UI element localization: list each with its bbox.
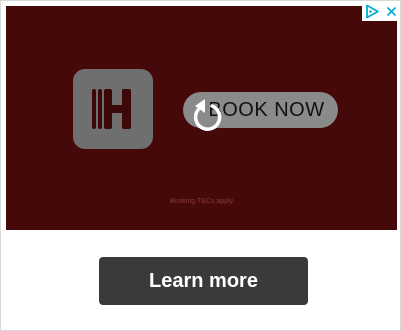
learn-more-button[interactable]: Learn more — [99, 257, 308, 305]
replay-icon[interactable] — [186, 94, 230, 138]
terms-fineprint: Booking T&Cs apply — [169, 198, 234, 205]
adchoices-icon[interactable] — [365, 4, 380, 19]
ad-frame: BOOK NOW Booking T&Cs apply Learn more — [0, 0, 401, 331]
h-letter-logo-glyph — [92, 89, 131, 129]
ad-video-area[interactable]: BOOK NOW Booking T&Cs apply — [6, 6, 397, 230]
adchoices-badge[interactable] — [362, 1, 400, 21]
h-letter-logo-icon — [73, 69, 153, 149]
close-icon[interactable] — [385, 5, 398, 18]
